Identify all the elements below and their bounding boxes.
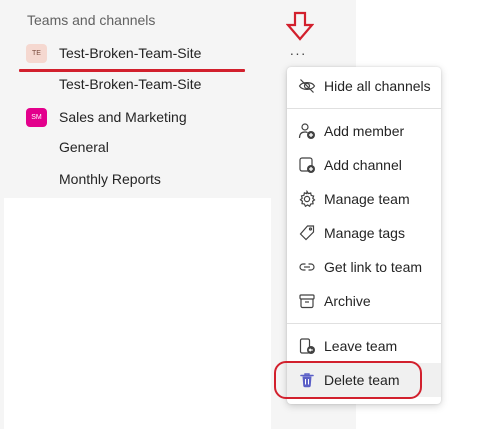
channel-name: Test-Broken-Team-Site	[59, 76, 202, 92]
annotation-down-arrow-icon	[286, 11, 314, 41]
menu-divider	[287, 108, 441, 109]
team-avatar: TE	[26, 43, 47, 63]
gear-icon	[299, 190, 316, 208]
menu-item-hide-all-channels[interactable]: Hide all channels	[287, 69, 441, 103]
leave-icon	[299, 338, 315, 354]
menu-item-archive[interactable]: Archive	[287, 284, 441, 318]
team-context-menu: Hide all channels Add member Add channel…	[287, 67, 441, 404]
menu-item-label: Get link to team	[324, 259, 423, 275]
menu-item-label: Add channel	[324, 157, 402, 173]
menu-item-label: Archive	[324, 293, 371, 309]
annotation-delete-highlight	[274, 361, 422, 399]
menu-item-leave-team[interactable]: Leave team	[287, 329, 441, 363]
more-options-button[interactable]: ···	[287, 42, 309, 64]
channel-name: Monthly Reports	[59, 171, 161, 187]
menu-item-label: Add member	[324, 123, 405, 139]
team-name: Sales and Marketing	[59, 109, 187, 125]
menu-item-label: Manage team	[324, 191, 410, 207]
menu-item-manage-team[interactable]: Manage team	[287, 182, 441, 216]
menu-item-label: Manage tags	[324, 225, 405, 241]
menu-divider	[287, 323, 441, 324]
menu-item-add-channel[interactable]: Add channel	[287, 148, 441, 182]
person-add-icon	[298, 123, 315, 139]
menu-item-label: Hide all channels	[324, 78, 431, 94]
sidebar-empty-area	[4, 198, 271, 429]
channel-add-icon	[299, 157, 315, 173]
annotation-underline	[19, 69, 245, 72]
menu-item-add-member[interactable]: Add member	[287, 114, 441, 148]
team-avatar: SM	[26, 107, 47, 127]
channel-name: General	[59, 139, 109, 155]
archive-icon	[299, 294, 315, 309]
tag-icon	[299, 225, 315, 241]
eye-off-icon	[298, 79, 316, 93]
menu-item-get-link-to-team[interactable]: Get link to team	[287, 250, 441, 284]
section-title: Teams and channels	[27, 12, 156, 28]
team-name: Test-Broken-Team-Site	[59, 45, 202, 61]
menu-item-manage-tags[interactable]: Manage tags	[287, 216, 441, 250]
link-icon	[299, 263, 315, 271]
menu-item-label: Leave team	[324, 338, 398, 354]
